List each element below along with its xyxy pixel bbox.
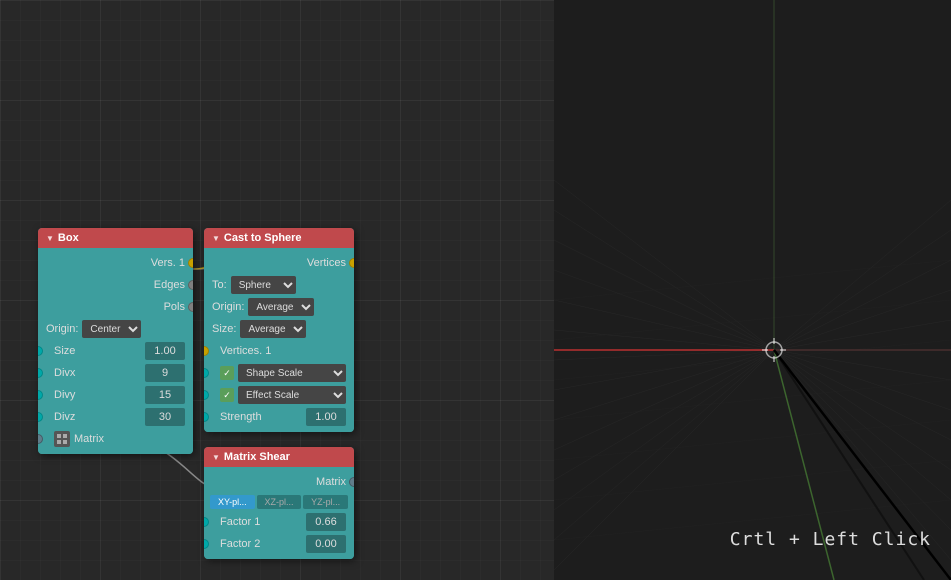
matrix-factor1-label: Factor 1 [212, 516, 306, 528]
matrix-factor2-socket-in [204, 539, 209, 549]
box-node-title: Box [58, 232, 79, 244]
cast-shape-scale-select[interactable]: Shape Scale [238, 364, 346, 382]
matrix-factor2-label: Factor 2 [212, 538, 306, 550]
box-origin-label: Origin: [46, 323, 78, 335]
cast-vertices-out-row: Vertices [204, 252, 354, 274]
cast-to-sphere-node: ▼ Cast to Sphere Vertices To: Sphere Cyl… [204, 228, 354, 432]
box-divx-value[interactable]: 9 [145, 364, 185, 382]
box-size-row: Size 1.00 [38, 340, 193, 362]
box-matrix-label: Matrix [70, 433, 104, 445]
matrix-output-row: Matrix [204, 471, 354, 493]
cast-vertices-socket-out [349, 258, 354, 268]
box-origin-row: Origin: Center Corner [38, 318, 193, 340]
cast-effect-scale-select[interactable]: Effect Scale [238, 386, 346, 404]
box-pols-row: Pols [38, 296, 193, 318]
box-node-body: Vers. 1 Edges Pols Origin: Center Corner [38, 248, 193, 454]
matrix-node-title: Matrix Shear [224, 451, 290, 463]
box-vers-label: Vers. 1 [46, 257, 185, 269]
matrix-node-header: ▼ Matrix Shear [204, 447, 354, 467]
viewport-grid-svg [554, 0, 951, 580]
box-origin-select[interactable]: Center Corner [82, 320, 141, 338]
cast-vertices-out-label: Vertices [212, 257, 346, 269]
cast-shape-scale-socket-in [204, 368, 209, 378]
matrix-factor1-row: Factor 1 0.66 [204, 511, 354, 533]
box-node: ▼ Box Vers. 1 Edges Pols Origin: [38, 228, 193, 454]
matrix-socket-out [349, 477, 354, 487]
cast-size-row: Size: Average Max [204, 318, 354, 340]
box-divy-value[interactable]: 15 [145, 386, 185, 404]
box-divy-row: Divy 15 [38, 384, 193, 406]
matrix-tab-xy[interactable]: XY-pl... [210, 495, 255, 509]
box-matrix-icon [54, 431, 70, 447]
cast-to-select[interactable]: Sphere Cylinder [231, 276, 296, 294]
cast-vertices-socket-in [204, 346, 209, 356]
cast-vertices-in-label: Vertices. 1 [212, 345, 271, 357]
box-node-header: ▼ Box [38, 228, 193, 248]
cast-strength-row: Strength 1.00 [204, 406, 354, 428]
cast-effect-scale-socket-in [204, 390, 209, 400]
shortcut-hint: Crtl + Left Click [730, 529, 931, 550]
cast-shape-scale-toggle[interactable]: ✓ [220, 366, 234, 380]
cast-strength-value[interactable]: 1.00 [306, 408, 346, 426]
cast-node-title: Cast to Sphere [224, 232, 302, 244]
box-divz-row: Divz 30 [38, 406, 193, 428]
box-pols-socket-out [188, 302, 193, 312]
box-edges-socket-out [188, 280, 193, 290]
box-size-value[interactable]: 1.00 [145, 342, 185, 360]
cast-origin-select[interactable]: Average Center [248, 298, 314, 316]
box-divx-row: Divx 9 [38, 362, 193, 384]
cast-origin-row: Origin: Average Center [204, 296, 354, 318]
matrix-factor1-value[interactable]: 0.66 [306, 513, 346, 531]
box-vers-row: Vers. 1 [38, 252, 193, 274]
cast-effect-scale-toggle[interactable]: ✓ [220, 388, 234, 402]
cast-effect-scale-row: ✓ Effect Scale [204, 384, 354, 406]
box-divx-socket-in [38, 368, 43, 378]
matrix-factor2-value[interactable]: 0.00 [306, 535, 346, 553]
cast-node-body: Vertices To: Sphere Cylinder Origin: Ave… [204, 248, 354, 432]
box-edges-row: Edges [38, 274, 193, 296]
cast-strength-label: Strength [212, 411, 306, 423]
box-pols-label: Pols [46, 301, 185, 313]
viewport-grid: Crtl + Left Click [554, 0, 951, 580]
cast-strength-socket-in [204, 412, 209, 422]
node-editor: ▼ Box Vers. 1 Edges Pols Origin: [0, 0, 554, 580]
box-divz-label: Divz [46, 411, 145, 423]
box-divy-socket-in [38, 390, 43, 400]
box-size-socket-in [38, 346, 43, 356]
box-collapse-icon[interactable]: ▼ [46, 234, 54, 243]
3d-viewport: Crtl + Left Click [554, 0, 951, 580]
box-matrix-row: Matrix [38, 428, 193, 450]
box-divz-socket-in [38, 412, 43, 422]
matrix-factor2-row: Factor 2 0.00 [204, 533, 354, 555]
box-divx-label: Divx [46, 367, 145, 379]
matrix-tab-yz[interactable]: YZ-pl... [303, 495, 348, 509]
matrix-node-body: Matrix XY-pl... XZ-pl... YZ-pl... Factor… [204, 467, 354, 559]
matrix-tabs: XY-pl... XZ-pl... YZ-pl... [204, 493, 354, 511]
cast-node-header: ▼ Cast to Sphere [204, 228, 354, 248]
box-matrix-socket-in [38, 434, 43, 444]
box-size-label: Size [46, 345, 145, 357]
cast-shape-scale-row: ✓ Shape Scale [204, 362, 354, 384]
cast-to-label: To: [212, 279, 227, 291]
box-divz-value[interactable]: 30 [145, 408, 185, 426]
matrix-shear-node: ▼ Matrix Shear Matrix XY-pl... XZ-pl... … [204, 447, 354, 559]
box-edges-label: Edges [46, 279, 185, 291]
box-vers-socket-out [188, 258, 193, 268]
cast-origin-label: Origin: [212, 301, 244, 313]
box-divy-label: Divy [46, 389, 145, 401]
matrix-factor1-socket-in [204, 517, 209, 527]
cast-size-label: Size: [212, 323, 236, 335]
cast-size-select[interactable]: Average Max [240, 320, 306, 338]
cast-vertices-in-row: Vertices. 1 [204, 340, 354, 362]
matrix-tab-xz[interactable]: XZ-pl... [257, 495, 302, 509]
cast-to-row: To: Sphere Cylinder [204, 274, 354, 296]
matrix-output-label: Matrix [212, 476, 346, 488]
matrix-collapse-icon[interactable]: ▼ [212, 453, 220, 462]
cast-collapse-icon[interactable]: ▼ [212, 234, 220, 243]
